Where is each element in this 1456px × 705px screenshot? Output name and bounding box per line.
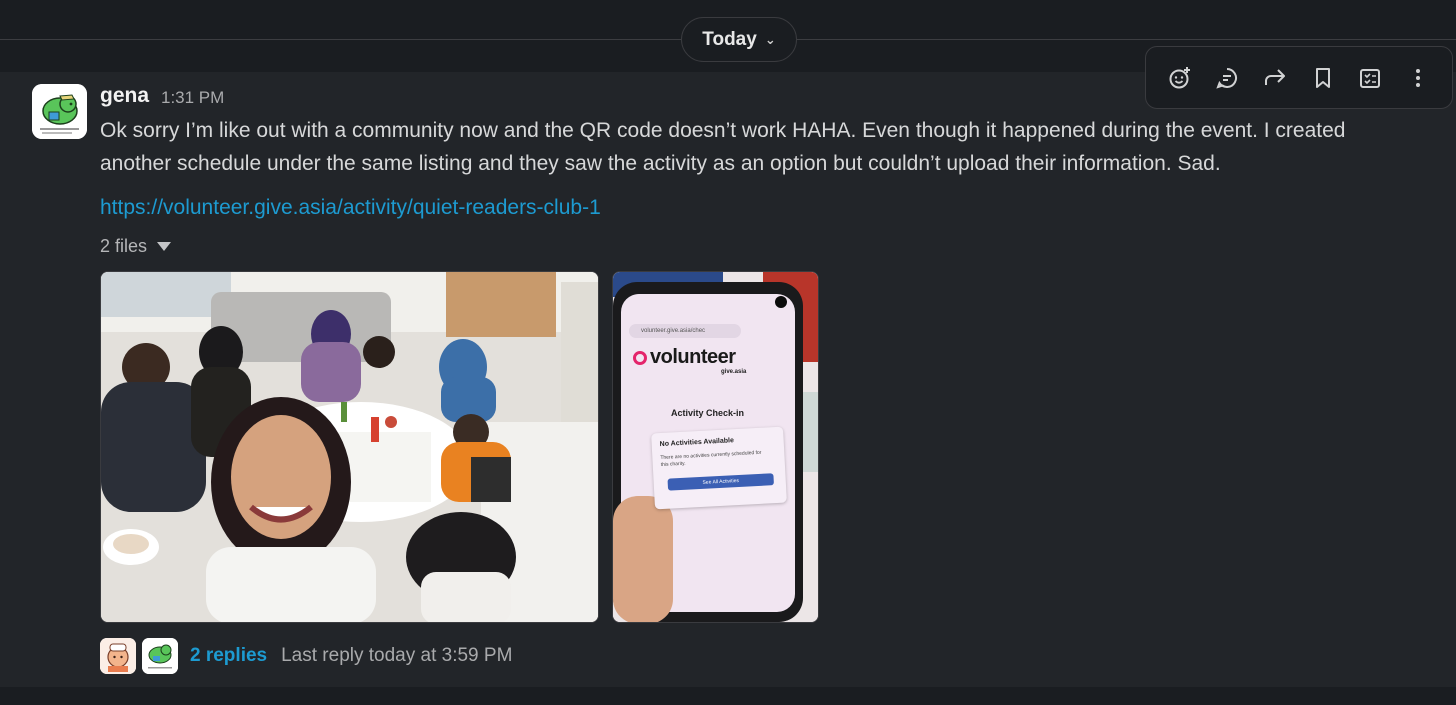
brand-subtitle: give.asia bbox=[721, 369, 747, 375]
files-label: 2 files bbox=[100, 236, 148, 256]
message-author[interactable]: gena bbox=[100, 84, 149, 108]
reply-avatar-1 bbox=[100, 638, 136, 674]
more-actions-icon bbox=[1416, 68, 1421, 87]
message-separator bbox=[0, 687, 1456, 705]
attachment-image-group-photo[interactable] bbox=[100, 271, 599, 623]
add-to-list-button[interactable] bbox=[1352, 60, 1388, 96]
card-text: There are no activities currently schedu… bbox=[660, 449, 762, 469]
chevron-down-icon: ⌄ bbox=[764, 31, 776, 47]
dinosaur-avatar-icon bbox=[142, 638, 178, 674]
add-reaction-icon bbox=[1169, 66, 1190, 88]
activity-link[interactable]: https://volunteer.give.asia/activity/qui… bbox=[100, 196, 601, 220]
date-label: Today bbox=[702, 28, 757, 50]
forward-icon bbox=[1265, 68, 1286, 85]
dinosaur-avatar-icon bbox=[32, 84, 87, 139]
no-activities-card: No Activities Available There are no act… bbox=[651, 426, 787, 510]
message-actions-toolbar bbox=[1145, 46, 1453, 109]
date-jump-button[interactable]: Today ⌄ bbox=[681, 17, 797, 62]
see-all-activities-button: See All Activities bbox=[667, 473, 774, 491]
phone-brand: volunteer bbox=[633, 346, 736, 369]
heart-logo-icon bbox=[633, 350, 647, 365]
reply-in-thread-icon bbox=[1216, 67, 1238, 89]
brand-name: volunteer bbox=[650, 346, 736, 368]
thread-replies[interactable]: 2 replies Last reply today at 3:59 PM bbox=[100, 638, 512, 674]
reply-avatar-2 bbox=[142, 638, 178, 674]
avatar[interactable] bbox=[32, 84, 87, 139]
reply-in-thread-button[interactable] bbox=[1209, 60, 1245, 96]
chef-avatar-icon bbox=[100, 638, 136, 674]
files-toggle[interactable]: 2 files bbox=[100, 236, 172, 257]
caret-down-icon bbox=[157, 242, 172, 251]
save-bookmark-icon bbox=[1315, 67, 1330, 88]
card-title: No Activities Available bbox=[659, 437, 735, 449]
add-to-list-icon bbox=[1360, 68, 1381, 88]
save-for-later-button[interactable] bbox=[1305, 60, 1341, 96]
last-reply-time: Last reply today at 3:59 PM bbox=[281, 645, 513, 666]
attachment-image-phone-checkin[interactable]: volunteer.give.asia/chec volunteer give.… bbox=[612, 271, 819, 623]
forward-message-button[interactable] bbox=[1257, 60, 1293, 96]
more-actions-button[interactable] bbox=[1400, 60, 1436, 96]
message-text: Ok sorry I’m like out with a community n… bbox=[100, 119, 1346, 175]
phone-url: volunteer.give.asia/chec bbox=[641, 328, 706, 334]
reply-count-link[interactable]: 2 replies bbox=[190, 645, 267, 667]
group-photo-illustration bbox=[101, 272, 598, 622]
message-timestamp[interactable]: 1:31 PM bbox=[161, 88, 224, 108]
checkin-heading: Activity Check-in bbox=[671, 408, 745, 418]
add-reaction-button[interactable] bbox=[1162, 60, 1198, 96]
